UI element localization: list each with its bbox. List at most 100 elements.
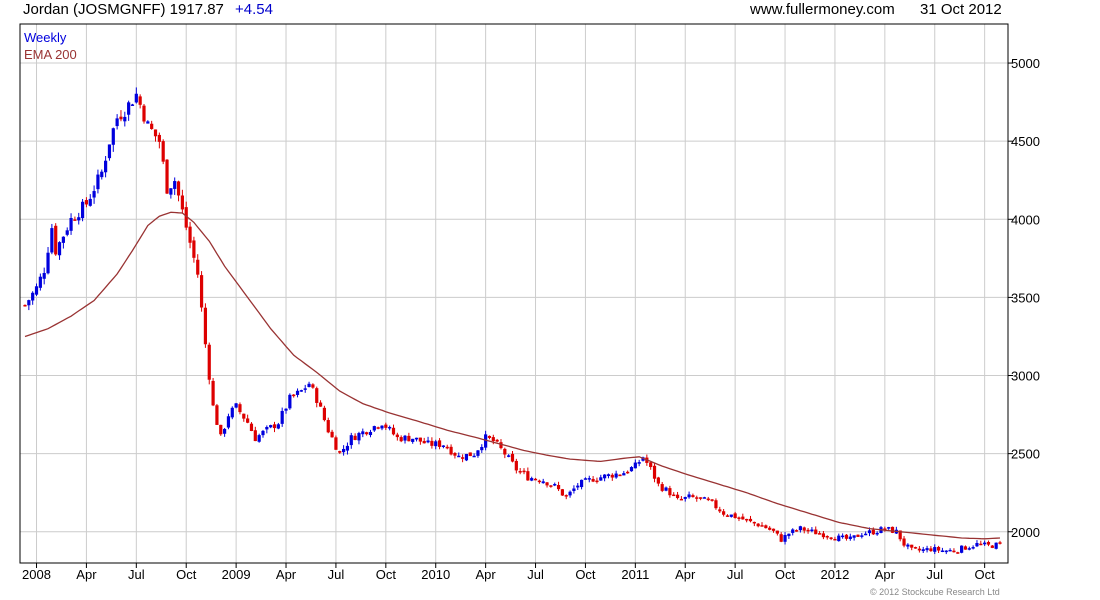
candle-body — [50, 228, 54, 253]
x-tick-label: Jul — [527, 567, 544, 582]
copyright-notice: © 2012 Stockcube Research Ltd — [870, 587, 1000, 597]
candle-body — [652, 465, 657, 479]
candle-body — [672, 494, 676, 497]
candle-body — [591, 478, 595, 482]
candle-body — [368, 431, 373, 436]
candle-body — [875, 532, 879, 535]
x-tick-label: Jul — [328, 567, 345, 582]
candle-body — [242, 413, 246, 419]
y-tick-label: 3000 — [1011, 369, 1040, 384]
candle-body — [115, 118, 119, 127]
candle-body — [856, 534, 860, 537]
candle-body — [157, 134, 161, 142]
candle-body — [841, 535, 845, 538]
candle-body — [518, 471, 522, 473]
candle-body — [595, 480, 599, 483]
candle-body — [100, 171, 104, 178]
candlestick-chart: 2000 2500 3000 3500 4000 4500 5000 2008 Apr Jul O… — [19, 23, 1040, 582]
candle-body — [714, 500, 718, 509]
candle-body — [146, 121, 150, 124]
candle-body — [445, 446, 449, 449]
candle-body — [150, 123, 154, 129]
candle-body — [771, 528, 776, 531]
candle-body — [963, 546, 968, 550]
candle-body — [472, 455, 476, 458]
candle-body — [407, 435, 411, 442]
candle-body — [913, 547, 918, 549]
candle-body — [38, 276, 42, 288]
candle-body — [69, 218, 73, 231]
candle-body — [722, 511, 726, 515]
candle-body — [917, 548, 921, 551]
candle-body — [683, 497, 687, 499]
candle-body — [610, 474, 614, 478]
x-tick-label: Apr — [476, 567, 497, 582]
candle-body — [852, 535, 856, 538]
plot-frame — [19, 23, 1009, 564]
x-tick-label: Apr — [276, 567, 297, 582]
candle-body — [92, 191, 96, 198]
candle-body — [979, 543, 983, 546]
candle-body — [817, 533, 822, 535]
candle-body — [745, 518, 749, 521]
candle-body — [526, 471, 530, 481]
candle-body — [326, 420, 330, 433]
candle-body — [618, 474, 622, 477]
x-tick-label: Oct — [575, 567, 596, 582]
candle-body — [549, 485, 553, 487]
candle-body — [180, 195, 184, 210]
candle-body — [388, 426, 392, 429]
y-tick-label: 3500 — [1011, 290, 1040, 305]
x-tick-label: Oct — [775, 567, 796, 582]
candle-body — [464, 453, 469, 461]
candle-body — [460, 457, 465, 459]
candle-body — [564, 495, 568, 497]
x-tick-label: Oct — [176, 567, 197, 582]
candle-body — [537, 480, 541, 483]
candle-body — [169, 188, 173, 195]
candles — [23, 87, 1002, 555]
candle-body — [357, 433, 361, 441]
candle-body — [541, 481, 545, 484]
candle-body — [426, 440, 430, 443]
legend-ema: EMA 200 — [24, 47, 77, 62]
x-tick-label: Oct — [376, 567, 397, 582]
candle-body — [994, 542, 998, 549]
candle-body — [649, 462, 653, 468]
candle-body — [441, 445, 446, 448]
candle-body — [246, 418, 250, 423]
candle-body — [633, 462, 637, 469]
candle-body — [349, 435, 353, 446]
candle-body — [173, 181, 177, 189]
candle-body — [219, 424, 223, 435]
x-tick-label: 2008 — [22, 567, 51, 582]
candle-body — [660, 484, 664, 491]
candle-body — [161, 141, 165, 162]
candle-body — [960, 545, 964, 553]
candle-body — [668, 488, 672, 496]
legend-weekly: Weekly — [24, 30, 67, 45]
candle-body — [453, 453, 457, 456]
candle-body — [675, 494, 680, 499]
candle-body — [288, 394, 292, 409]
candle-body — [629, 467, 634, 472]
candle-body — [952, 550, 956, 553]
candle-body — [253, 430, 257, 442]
candle-body — [986, 541, 991, 545]
candle-body — [223, 428, 227, 434]
candle-body — [806, 529, 810, 532]
candle-body — [556, 485, 561, 490]
candle-body — [430, 440, 434, 446]
candle-body — [380, 425, 384, 429]
candle-body — [468, 452, 472, 457]
candle-body — [579, 479, 584, 488]
candle-body — [760, 525, 764, 527]
candle-body — [936, 546, 941, 551]
candle-body — [626, 471, 630, 474]
candle-body — [23, 304, 27, 307]
candle-body — [119, 116, 123, 120]
candle-body — [491, 437, 495, 442]
y-tick-label: 2500 — [1011, 447, 1040, 462]
candle-body — [230, 407, 234, 418]
candle-body — [860, 535, 864, 537]
